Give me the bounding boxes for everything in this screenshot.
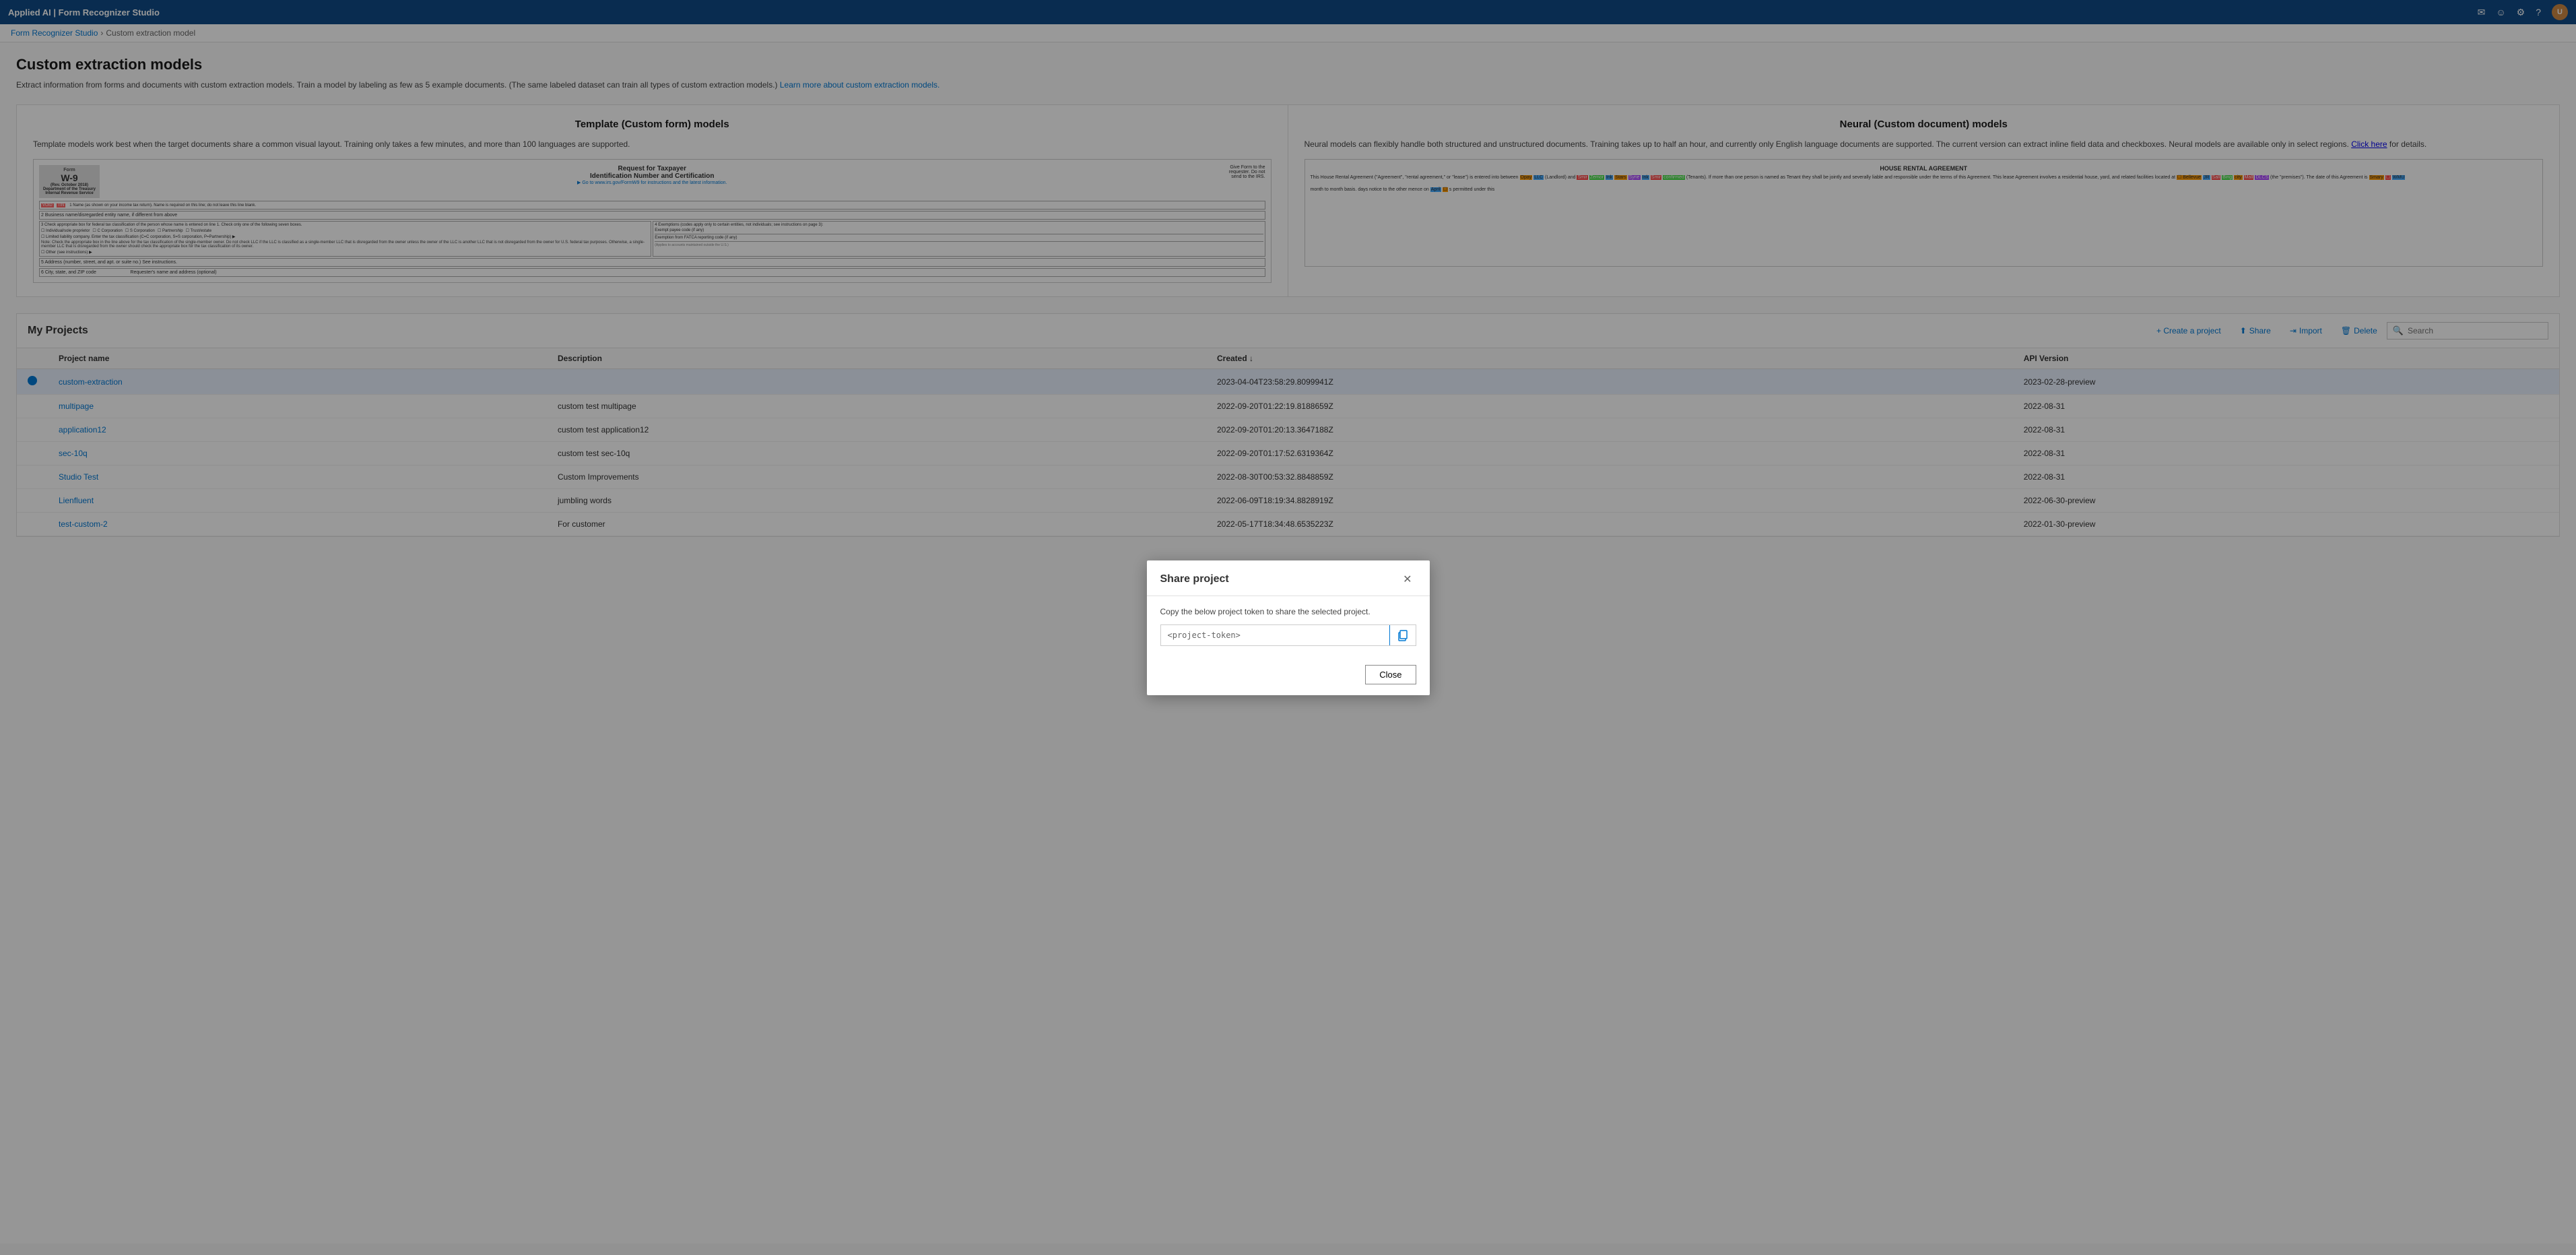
- modal-description: Copy the below project token to share th…: [1160, 607, 1416, 616]
- modal-title: Share project: [1160, 573, 1229, 585]
- modal-footer: Close: [1147, 657, 1430, 695]
- modal-overlay[interactable]: Share project ✕ Copy the below project t…: [0, 0, 2576, 1255]
- copy-token-button[interactable]: [1389, 625, 1416, 645]
- modal-body: Copy the below project token to share th…: [1147, 596, 1430, 657]
- share-project-modal: Share project ✕ Copy the below project t…: [1147, 560, 1430, 695]
- modal-header: Share project ✕: [1147, 560, 1430, 596]
- project-token-input[interactable]: [1161, 625, 1389, 645]
- token-row: [1160, 624, 1416, 646]
- copy-icon: [1397, 629, 1409, 641]
- modal-close-action-button[interactable]: Close: [1365, 665, 1416, 684]
- modal-close-button[interactable]: ✕: [1399, 571, 1416, 587]
